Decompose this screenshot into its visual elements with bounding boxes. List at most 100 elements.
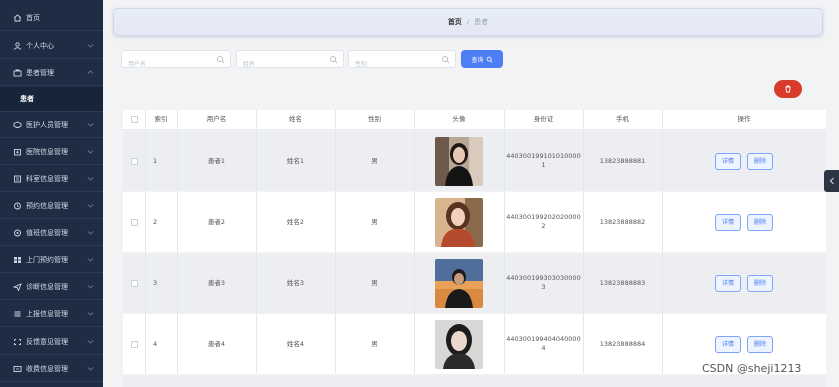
id-card-cell: 440300199101010000 1: [504, 131, 583, 191]
sidebar-item-label: 首页: [26, 14, 40, 22]
id-card-cell: 440300199303030000 3: [504, 253, 583, 313]
actions-cell: 详情 删除: [662, 253, 826, 313]
sidebar-item-personal-center[interactable]: 个人中心: [0, 34, 103, 59]
sidebar-item-label: 诊断信息管理: [26, 283, 68, 291]
username-search-field[interactable]: [121, 50, 231, 73]
row-select-cell: [123, 314, 145, 374]
id-card-number-wrap: 4: [541, 344, 546, 352]
sidebar-item-label: 反馈意见管理: [26, 338, 68, 346]
sidebar-item-appointment-info[interactable]: 预约信息管理: [0, 194, 103, 219]
avatar[interactable]: [435, 319, 483, 369]
detail-button[interactable]: 详情: [715, 274, 741, 292]
index-cell: 4: [153, 339, 158, 348]
clock-icon: [10, 202, 24, 210]
chevron-down-icon: [87, 367, 94, 371]
row-checkbox[interactable]: [130, 340, 138, 348]
detail-button[interactable]: 详情: [715, 213, 741, 231]
detail-button[interactable]: 详情: [715, 335, 741, 353]
avatar[interactable]: [435, 136, 483, 186]
sidebar-item-home-visit[interactable]: 上门预约管理: [0, 248, 103, 273]
name-cell: 姓名4: [286, 339, 305, 348]
search-icon: [441, 55, 450, 64]
name-search-input[interactable]: [237, 56, 325, 73]
row-select-cell: [123, 192, 145, 252]
sidebar-item-hospital-info[interactable]: 医院信息管理: [0, 140, 103, 165]
sidebar-item-report-info[interactable]: 上报信息管理: [0, 302, 103, 327]
gender-search-field[interactable]: [348, 50, 456, 73]
username-cell: 患者4: [207, 339, 226, 348]
gender-search-input[interactable]: [349, 56, 437, 73]
delete-button[interactable]: 删除: [747, 274, 773, 292]
sidebar-item-medical-staff[interactable]: 医护人员管理: [0, 113, 103, 138]
index-cell: 2: [153, 217, 158, 226]
sidebar-item-label: 上报信息管理: [26, 310, 68, 318]
watermark: CSDN @sheji1213: [702, 362, 802, 375]
breadcrumb-home[interactable]: 首页: [448, 17, 462, 27]
column-header: 手机: [616, 115, 629, 123]
query-button[interactable]: 查询: [461, 50, 503, 68]
chevron-down-icon: [87, 258, 94, 262]
sidebar-item-feedback[interactable]: 反馈意见管理: [0, 330, 103, 355]
column-header: 用户名: [206, 115, 227, 123]
row-checkbox[interactable]: [130, 279, 138, 287]
grid-icon: [10, 256, 24, 264]
avatar[interactable]: [435, 258, 483, 308]
id-card-number-wrap: 3: [541, 283, 546, 291]
index-cell: 3: [153, 278, 158, 287]
chevron-down-icon: [87, 204, 94, 208]
row-select-cell: [123, 253, 145, 313]
phone-cell: 13823888882: [599, 217, 646, 226]
sidebar-item-label: 患者管理: [26, 69, 54, 77]
table-header: 索引 用户名 姓名 性别 头像 身份证 手机 操作: [123, 110, 826, 130]
select-all-cell: [123, 110, 145, 129]
sidebar-item-label: 个人中心: [26, 42, 54, 50]
search-icon: [216, 55, 225, 64]
sidebar-item-fee-info[interactable]: 收费信息管理: [0, 357, 103, 382]
delete-button[interactable]: 删除: [747, 335, 773, 353]
sidebar-item-home[interactable]: 首页: [0, 6, 103, 31]
chevron-down-icon: [87, 285, 94, 289]
chevron-down-icon: [87, 44, 94, 48]
delete-button[interactable]: 删除: [747, 152, 773, 170]
id-card-cell: 440300199404040000 4: [504, 314, 583, 374]
sidebar-subitem-patient[interactable]: 患者: [0, 87, 103, 112]
username-cell: 患者2: [207, 217, 226, 226]
id-card-number-wrap: 1: [541, 161, 546, 169]
sidebar-item-department-info[interactable]: 科室信息管理: [0, 167, 103, 192]
name-search-field[interactable]: [236, 50, 344, 73]
avatar-cell: [414, 192, 504, 252]
table-row: 3 患者3 姓名3 男 440300199303030000 3 1382388…: [123, 253, 826, 313]
delete-button[interactable]: 删除: [747, 213, 773, 231]
batch-delete-button[interactable]: [774, 80, 802, 98]
sidebar: 首页 个人中心 患者管理 患者 医护人员管理 医院信息管理 科室信息管理 预约信…: [0, 0, 103, 387]
name-cell: 姓名3: [286, 278, 305, 287]
name-cell: 姓名1: [286, 156, 305, 165]
username-search-input[interactable]: [122, 56, 210, 73]
select-all-checkbox[interactable]: [130, 116, 138, 123]
id-card-number: 440300199101010000: [506, 152, 581, 160]
patient-icon: [10, 69, 24, 77]
fee-icon: [10, 365, 24, 373]
sidebar-item-label: 值班信息管理: [26, 229, 68, 237]
sidebar-item-duty-info[interactable]: 值班信息管理: [0, 221, 103, 246]
sidebar-item-label: 收费信息管理: [26, 365, 68, 373]
avatar[interactable]: [435, 197, 483, 247]
sidebar-item-patient-management[interactable]: 患者管理: [0, 61, 103, 86]
row-checkbox[interactable]: [130, 157, 138, 165]
department-icon: [10, 175, 24, 183]
side-panel-toggle[interactable]: [824, 170, 839, 192]
detail-button[interactable]: 详情: [715, 152, 741, 170]
actions-cell: 详情 删除: [662, 131, 826, 191]
id-card-number: 440300199303030000: [506, 274, 581, 282]
avatar-cell: [414, 253, 504, 313]
search-icon: [329, 55, 338, 64]
row-checkbox[interactable]: [130, 218, 138, 226]
hospital-icon: [10, 148, 24, 156]
feedback-icon: [10, 338, 24, 346]
home-icon: [10, 14, 24, 22]
sidebar-item-diagnosis-info[interactable]: 诊断信息管理: [0, 275, 103, 300]
chevron-down-icon: [87, 231, 94, 235]
column-header: 身份证: [533, 115, 554, 123]
sidebar-item-label: 上门预约管理: [26, 256, 68, 264]
avatar-cell: [414, 314, 504, 374]
